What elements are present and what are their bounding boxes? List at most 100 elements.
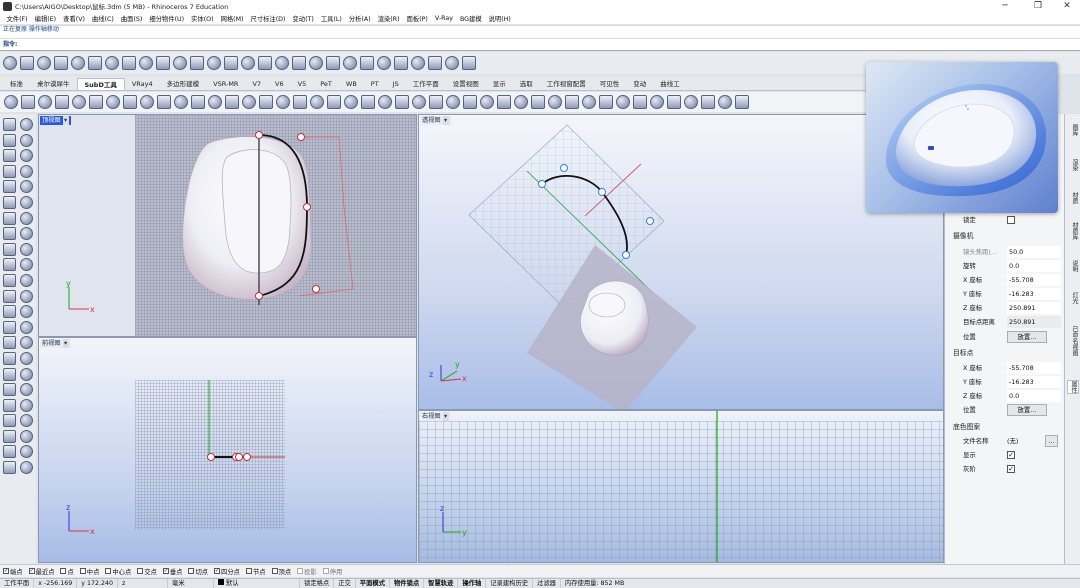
- vray-icon[interactable]: [3, 445, 16, 459]
- menu-help[interactable]: 说明(H): [485, 14, 514, 23]
- subd-crease-icon[interactable]: [191, 95, 205, 109]
- offset-curve-icon[interactable]: [20, 180, 33, 194]
- show-checkbox[interactable]: ✓: [1007, 451, 1015, 459]
- tab-polygon[interactable]: 多边形建模: [160, 78, 207, 90]
- tab-js[interactable]: JS: [386, 78, 406, 90]
- menu-render[interactable]: 渲染(R): [374, 14, 403, 23]
- subd-curvature-icon[interactable]: [684, 95, 698, 109]
- perspective-viewport-label[interactable]: 透视图 ▾: [420, 116, 451, 125]
- explode-icon[interactable]: [3, 289, 16, 303]
- osnap-intersection-checkbox[interactable]: [137, 568, 144, 574]
- osnap-end-checkbox[interactable]: ✓: [3, 568, 9, 574]
- menu-curve[interactable]: 曲线(C): [88, 14, 117, 23]
- minimize-button[interactable]: ─: [990, 0, 1020, 12]
- polyline-icon[interactable]: [3, 133, 16, 147]
- tab-pt[interactable]: PT: [364, 78, 386, 90]
- osnap-quad[interactable]: ✓ 四分点: [214, 567, 240, 576]
- record-history-icon[interactable]: [20, 398, 33, 412]
- subd-symmetry-icon[interactable]: [242, 95, 256, 109]
- subd-env-map-icon[interactable]: [718, 95, 732, 109]
- select-icon[interactable]: [309, 56, 323, 70]
- material-ball-icon[interactable]: [20, 445, 33, 459]
- subd-sphere-icon[interactable]: [4, 95, 18, 109]
- osnap-near-checkbox[interactable]: ✓: [28, 568, 35, 574]
- import-icon[interactable]: [71, 56, 85, 70]
- trim-icon[interactable]: [3, 273, 16, 287]
- subd-sweep-icon[interactable]: [157, 95, 171, 109]
- status-smarttrack[interactable]: 智慧轨迹: [424, 578, 459, 588]
- osnap-project[interactable]: 投影: [297, 567, 317, 576]
- target-distance-input[interactable]: 250.891: [1007, 316, 1061, 328]
- scale-icon[interactable]: [3, 320, 16, 334]
- close-button[interactable]: ✕: [1052, 0, 1080, 12]
- control-point[interactable]: [560, 164, 568, 172]
- circle-icon[interactable]: [3, 149, 16, 163]
- fillet-edge-icon[interactable]: [3, 258, 16, 272]
- control-points-icon[interactable]: [3, 367, 16, 381]
- group-icon[interactable]: [20, 414, 33, 428]
- tab-pet[interactable]: PeT: [313, 78, 339, 90]
- subd-edge-icon[interactable]: [531, 95, 545, 109]
- target-z-input[interactable]: 0.0: [1007, 390, 1061, 402]
- osnap-near[interactable]: ✓ 最近点: [28, 567, 54, 576]
- control-point[interactable]: [255, 292, 263, 300]
- control-point[interactable]: [646, 217, 654, 225]
- cylinder-icon[interactable]: [3, 227, 16, 241]
- subd-convert-icon[interactable]: [378, 95, 392, 109]
- zoom-icon[interactable]: [190, 56, 204, 70]
- osnap-mid-checkbox[interactable]: [79, 568, 86, 574]
- panel-tab-material-library[interactable]: 材质库: [1067, 222, 1079, 240]
- menu-dimension[interactable]: 尺寸标注(D): [247, 14, 289, 23]
- block-icon[interactable]: [3, 429, 16, 443]
- render-icon[interactable]: [394, 56, 408, 70]
- subd-bridge-icon[interactable]: [174, 95, 188, 109]
- copy-icon[interactable]: [105, 56, 119, 70]
- material-icon[interactable]: [411, 56, 425, 70]
- status-ortho[interactable]: 正交: [334, 578, 356, 588]
- camera-place-button[interactable]: 放置...: [1007, 331, 1047, 343]
- tab-curve-tools[interactable]: 曲线工: [653, 78, 687, 90]
- help-icon[interactable]: [462, 56, 476, 70]
- arc-icon[interactable]: [20, 149, 33, 163]
- control-point[interactable]: [297, 133, 305, 141]
- menu-bg[interactable]: BG建模: [456, 14, 485, 23]
- osnap-vertex-checkbox[interactable]: [271, 568, 278, 574]
- top-viewport[interactable]: 顶视图 ▾ y x: [38, 114, 417, 337]
- save-icon[interactable]: [37, 56, 51, 70]
- osnap-perp[interactable]: ✓ 垂点: [162, 567, 182, 576]
- menu-transform[interactable]: 变动(T): [289, 14, 317, 23]
- sphere-icon[interactable]: [20, 211, 33, 225]
- undo-view-icon[interactable]: [258, 56, 272, 70]
- blend-icon[interactable]: [20, 383, 33, 397]
- subd-split-icon[interactable]: [412, 95, 426, 109]
- control-point[interactable]: [303, 203, 311, 211]
- paste-icon[interactable]: [122, 56, 136, 70]
- subd-stitch-icon[interactable]: [276, 95, 290, 109]
- tab-v7[interactable]: V7: [245, 78, 268, 90]
- tab-vray4[interactable]: VRay4: [125, 78, 160, 90]
- subd-zebra-icon[interactable]: [667, 95, 681, 109]
- tab-wb[interactable]: WB: [339, 78, 364, 90]
- browse-button[interactable]: ...: [1045, 435, 1058, 447]
- boolean-union-icon[interactable]: [20, 227, 33, 241]
- array-icon[interactable]: [3, 336, 16, 350]
- subd-vertex-icon[interactable]: [565, 95, 579, 109]
- osnap-vertex[interactable]: 顶点: [271, 567, 291, 576]
- osnap-perp-checkbox[interactable]: ✓: [162, 568, 169, 574]
- text-icon[interactable]: [20, 351, 33, 365]
- target-x-input[interactable]: -55.708: [1007, 362, 1061, 374]
- subd-analyze-icon[interactable]: [650, 95, 664, 109]
- menu-file[interactable]: 文件(F): [3, 14, 31, 23]
- cplane-icon[interactable]: [292, 56, 306, 70]
- mirror-icon[interactable]: [20, 320, 33, 334]
- menu-mesh[interactable]: 网格(M): [217, 14, 247, 23]
- status-history[interactable]: 记录建构历史: [486, 578, 534, 588]
- right-viewport-label[interactable]: 右视图 ▾: [420, 412, 451, 421]
- properties-icon[interactable]: [377, 56, 391, 70]
- rotate-view-icon[interactable]: [173, 56, 187, 70]
- status-osnap[interactable]: 物件锁点: [390, 578, 425, 588]
- rotate-icon[interactable]: [20, 305, 33, 319]
- menu-subd[interactable]: 细分物件(U): [146, 14, 188, 23]
- menu-tools[interactable]: 工具(L): [317, 14, 345, 23]
- front-viewport-label[interactable]: 前视图 ▾: [40, 339, 71, 348]
